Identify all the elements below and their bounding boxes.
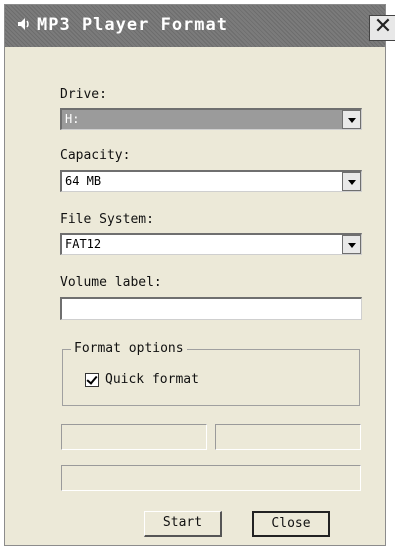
capacity-value: 64 MB: [65, 174, 102, 188]
close-icon[interactable]: ✕: [369, 15, 395, 41]
drive-value: H:: [65, 112, 80, 126]
speaker-icon: [17, 15, 35, 35]
chevron-down-icon[interactable]: [342, 110, 361, 129]
file-system-dropdown[interactable]: FAT12: [60, 233, 362, 255]
progress-status-left: [61, 424, 207, 450]
drive-label: Drive:: [60, 87, 107, 102]
window-title-row: MP3 Player Format: [17, 15, 228, 35]
drive-dropdown[interactable]: H:: [60, 108, 362, 130]
chevron-down-icon[interactable]: [342, 235, 361, 254]
capacity-dropdown[interactable]: 64 MB: [60, 170, 362, 192]
file-system-label: File System:: [60, 212, 154, 227]
format-dialog: MP3 Player Format ✕ Drive: H: Capacity: …: [4, 4, 395, 546]
format-options-title: Format options: [71, 341, 187, 356]
capacity-label: Capacity:: [60, 148, 131, 163]
quick-format-label[interactable]: Quick format: [105, 372, 199, 387]
volume-label-label: Volume label:: [60, 275, 162, 290]
title-bar[interactable]: MP3 Player Format: [5, 5, 385, 47]
volume-label-input[interactable]: [60, 297, 362, 320]
start-button[interactable]: Start: [144, 511, 222, 537]
progress-status-right: [215, 424, 361, 450]
close-button[interactable]: Close: [252, 511, 330, 537]
quick-format-checkbox[interactable]: [85, 373, 99, 387]
chevron-down-icon[interactable]: [342, 172, 361, 191]
progress-bar: [61, 465, 361, 491]
window-title: MP3 Player Format: [37, 15, 228, 35]
file-system-value: FAT12: [65, 237, 102, 251]
